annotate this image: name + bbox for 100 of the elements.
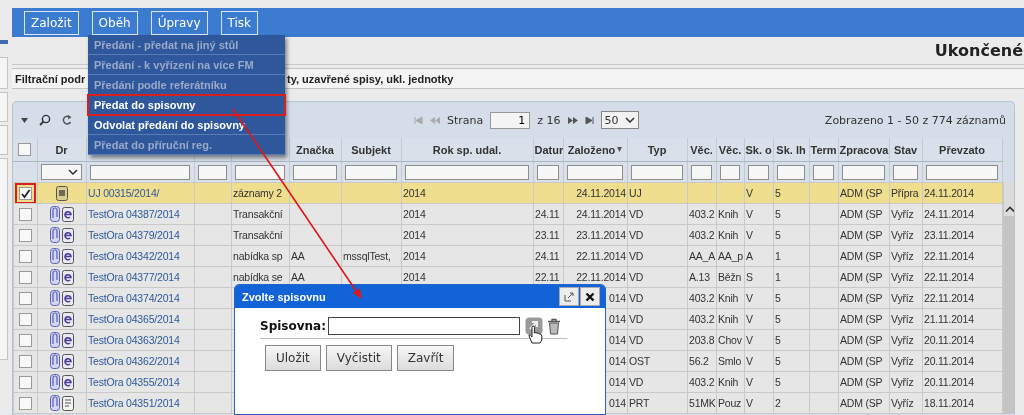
paperclip-icon [50,206,60,222]
column-header[interactable]: Věc. [716,138,744,162]
filter-field[interactable] [892,164,918,180]
column-header[interactable]: Stav [889,138,922,162]
table-row[interactable]: TestOra 04342/2014 nabídka sp AA mssqlTest, 2014 24.11 22.11.2014 VD AA_A AA_p A 1 ADM (SP Vyříz 22.11.2014 [13,245,1003,267]
table-row[interactable]: UJ 00315/2014/ záznamy 2 2014 24.11.2014 UJ V 5 ADM (SP Přípra 24.11.2014 [13,182,1003,204]
scroll-up-icon[interactable] [1004,206,1014,212]
column-header[interactable]: Věc. [687,138,716,162]
filter-field[interactable] [404,164,529,180]
menu-item[interactable]: Předat do spisovny [88,95,285,115]
sidebar-tab[interactable] [0,158,8,360]
page-label: Strana [447,113,484,127]
spisovna-field[interactable] [328,317,520,335]
e-badge-icon [62,290,74,306]
toolbar-button[interactable]: Úpravy [150,10,208,35]
dialog-button[interactable]: Zavřít [396,345,455,371]
paperclip-icon [50,332,60,348]
page-count: z 16 [537,113,561,127]
table-cell: 24.11.2014 [563,182,628,204]
column-header[interactable]: Založeno [563,138,627,162]
column-header[interactable]: Typ [627,138,687,162]
row-checkbox[interactable] [19,291,32,305]
table-cell: Přípra [889,182,923,204]
sidebar-marker [0,40,8,44]
paperclip-icon [50,269,60,285]
column-header[interactable]: Rok sp. udal. [401,138,533,162]
toolbar-button[interactable]: Založit [24,10,79,35]
filter-field[interactable] [841,164,885,180]
column-header[interactable]: Sk. o [744,138,773,162]
popout-icon [564,291,574,302]
filter-field[interactable] [925,164,998,180]
close-button[interactable] [580,287,600,306]
filter-field[interactable] [292,164,337,180]
column-header[interactable]: Dr [37,138,86,162]
page-title: Ukončené [934,41,1024,60]
toolbar-button[interactable]: Oběh [91,10,138,35]
paperclip-icon [50,353,60,369]
column-header[interactable]: Subjekt [341,138,401,162]
column-header[interactable]: Term [809,138,838,162]
filter-field[interactable] [690,164,712,180]
e-badge-icon [62,353,74,369]
filter-field[interactable] [812,164,834,180]
row-checkbox[interactable] [19,396,32,410]
last-page-icon[interactable] [584,116,594,124]
e-badge-icon [62,374,74,390]
page-size-select[interactable]: 50 [600,111,639,129]
select-all-checkbox[interactable] [18,143,32,157]
row-checkbox[interactable] [19,249,32,263]
filter-field[interactable] [776,164,805,180]
column-header[interactable]: Převzato [922,138,1002,162]
sidebar-tab[interactable] [0,125,8,155]
scrollbar-thumb[interactable] [1004,216,1014,414]
row-checkbox[interactable] [19,207,32,221]
sidebar-tab[interactable] [0,92,8,122]
table-row[interactable]: TestOra 04387/2014 Transakční 2014 24.11 24.11.2014 VD 403.2 Knih V 5 ADM (SP Vyříz 24.11.2014 [13,203,1003,225]
page-field[interactable]: 1 [490,111,531,129]
pager-summary: Zobrazeno 1 - 50 z 774 záznamů [824,113,1007,127]
toolbar-button[interactable]: Tisk [220,10,259,35]
filter-field[interactable] [197,164,227,180]
document-icon [62,395,74,411]
row-checkbox[interactable] [19,312,32,326]
filter-field[interactable] [89,164,190,180]
row-checkbox[interactable] [19,375,32,389]
filter-field[interactable] [536,164,559,180]
filter-field[interactable] [719,164,740,180]
filter-field[interactable] [566,164,623,180]
column-header[interactable]: Zpracova [838,138,889,162]
filter-field[interactable] [234,164,285,180]
table-cell: UJ [627,182,688,204]
filter-field[interactable] [630,164,683,180]
filter-select[interactable] [40,164,82,180]
row-checkbox[interactable] [19,354,32,368]
dialog-button[interactable]: Uložit [265,345,321,371]
scrollbar-track[interactable] [1003,182,1014,414]
filter-field[interactable] [344,164,397,180]
previous-page-icon[interactable] [430,116,440,124]
e-badge-icon [62,332,74,348]
refresh-icon[interactable] [62,114,72,126]
menu-item[interactable]: Odvolat předání do spisovny [88,115,285,135]
table-row[interactable]: TestOra 04377/2014 nabídka se AA 2014 22.11 22.11.2014 VD A.13 Běžn S 1 ADM (SP Vyříz 22.11.2014 [13,266,1003,288]
table-row[interactable]: TestOra 04379/2014 Transakční 2014 23.11 23.11.2014 VD 403.2 Knih V 5 ADM (SP Vyříz 23.11.2014 [13,224,1003,246]
row-checkbox[interactable] [19,333,32,347]
column-header[interactable]: Sk. lh [773,138,809,162]
row-checkbox[interactable] [19,228,32,242]
first-page-icon[interactable] [414,116,423,124]
search-icon[interactable] [39,114,51,126]
caret-down-icon[interactable] [21,117,28,123]
e-badge-icon [62,269,74,285]
table-cell: 24.11.2014 [922,182,1003,204]
row-checkbox[interactable] [19,270,32,284]
next-page-icon[interactable] [567,116,578,124]
table-cell: 2014 [401,182,534,204]
sort-icon [617,147,623,152]
filter-field[interactable] [747,164,769,180]
trash-icon[interactable] [547,317,561,335]
column-header[interactable]: Značka [289,138,341,162]
sidebar-tab[interactable] [0,57,8,89]
dialog-button[interactable]: Vyčistit [325,345,392,371]
e-badge-icon [62,311,74,327]
record-link[interactable]: UJ 00315/2014/ [86,182,195,204]
